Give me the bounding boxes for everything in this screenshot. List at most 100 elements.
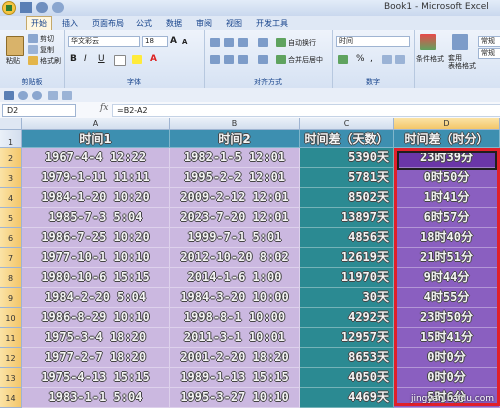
decrease-decimal-icon[interactable] — [395, 55, 405, 64]
italic-button[interactable]: I — [84, 54, 87, 64]
table-cell[interactable]: 1986-7-25 10:20 — [22, 228, 170, 248]
copy-button[interactable]: 复制 — [40, 45, 54, 55]
fill-color-icon[interactable] — [132, 55, 142, 64]
table-cell[interactable]: 30天 — [300, 288, 394, 308]
table-cell[interactable]: 11970天 — [300, 268, 394, 288]
row-header-4[interactable]: 4 — [0, 188, 22, 208]
table-cell[interactable]: 18时40分 — [394, 228, 500, 248]
table-cell[interactable]: 1975-4-13 15:15 — [22, 368, 170, 388]
table-cell[interactable]: 0时0分 — [394, 348, 500, 368]
merge-center-icon[interactable] — [276, 55, 286, 64]
office-logo-icon[interactable] — [2, 1, 16, 15]
table-cell[interactable]: 1982-1-5 12:01 — [170, 148, 300, 168]
tab-developer[interactable]: 开发工具 — [252, 17, 292, 30]
row-header-7[interactable]: 7 — [0, 248, 22, 268]
conditional-format-icon[interactable] — [420, 34, 436, 50]
table-cell[interactable]: 1986-8-29 10:10 — [22, 308, 170, 328]
shrink-font-button[interactable]: A — [182, 38, 187, 46]
row-header-10[interactable]: 10 — [0, 308, 22, 328]
table-cell[interactable]: 1989-1-13 15:15 — [170, 368, 300, 388]
table-cell[interactable]: 9时44分 — [394, 268, 500, 288]
table-cell[interactable]: 1984-2-20 5:04 — [22, 288, 170, 308]
orientation-icon[interactable] — [258, 38, 268, 47]
table-cell[interactable]: 1977-10-1 10:10 — [22, 248, 170, 268]
border-icon[interactable] — [114, 55, 126, 66]
increase-decimal-icon[interactable] — [382, 55, 392, 64]
table-cell[interactable]: 1985-7-3 5:04 — [22, 208, 170, 228]
column-header-d[interactable]: D — [394, 118, 500, 130]
align-middle-icon[interactable] — [224, 38, 234, 47]
align-bottom-icon[interactable] — [238, 38, 248, 47]
table-cell[interactable]: 0时0分 — [394, 368, 500, 388]
tab-formulas[interactable]: 公式 — [132, 17, 156, 30]
align-right-icon[interactable] — [238, 55, 248, 64]
currency-icon[interactable] — [338, 55, 348, 64]
row-header-6[interactable]: 6 — [0, 228, 22, 248]
align-top-icon[interactable] — [210, 38, 220, 47]
format-painter-icon[interactable] — [28, 56, 38, 65]
table-cell[interactable]: 1995-3-27 10:10 — [170, 388, 300, 408]
column-header-a[interactable]: A — [22, 118, 170, 130]
percent-button[interactable]: % — [356, 54, 365, 64]
header-cell[interactable]: 时间差（天数） — [300, 130, 394, 148]
table-cell[interactable]: 2023-7-20 12:01 — [170, 208, 300, 228]
table-cell[interactable]: 4469天 — [300, 388, 394, 408]
header-cell[interactable]: 时间1 — [22, 130, 170, 148]
table-cell[interactable]: 13897天 — [300, 208, 394, 228]
wrap-text-icon[interactable] — [276, 38, 286, 47]
font-size-select[interactable]: 18 — [142, 36, 168, 47]
name-box[interactable]: D2 — [2, 104, 76, 117]
table-cell[interactable]: 2009-2-12 12:01 — [170, 188, 300, 208]
paste-icon[interactable] — [6, 36, 24, 56]
table-cell[interactable]: 1983-1-1 5:04 — [22, 388, 170, 408]
row-header-11[interactable]: 11 — [0, 328, 22, 348]
header-cell[interactable]: 时间2 — [170, 130, 300, 148]
table-cell[interactable]: 4856天 — [300, 228, 394, 248]
table-format-icon[interactable] — [452, 34, 468, 50]
table-cell[interactable]: 2001-2-20 18:20 — [170, 348, 300, 368]
row-header-5[interactable]: 5 — [0, 208, 22, 228]
align-center-icon[interactable] — [224, 55, 234, 64]
table-cell[interactable]: 5390天 — [300, 148, 394, 168]
tab-data[interactable]: 数据 — [162, 17, 186, 30]
style-normal-1[interactable]: 常规 — [478, 36, 500, 47]
redo-icon[interactable] — [32, 91, 42, 100]
print-preview-icon[interactable] — [48, 91, 58, 100]
table-cell[interactable]: 23时39分 — [394, 148, 500, 168]
row-header-3[interactable]: 3 — [0, 168, 22, 188]
merge-center-button[interactable]: 合并后居中 — [288, 55, 323, 65]
undo-icon[interactable] — [18, 91, 28, 100]
redo-icon[interactable] — [52, 2, 64, 13]
column-header-c[interactable]: C — [300, 118, 394, 130]
table-cell[interactable]: 0时50分 — [394, 168, 500, 188]
header-cell[interactable]: 时间差（时分） — [394, 130, 500, 148]
bold-button[interactable]: B — [70, 54, 77, 64]
save-icon[interactable] — [20, 2, 32, 13]
fx-icon[interactable]: fx — [100, 103, 108, 113]
table-cell[interactable]: 21时51分 — [394, 248, 500, 268]
style-normal-2[interactable]: 常规 — [478, 48, 500, 59]
row-header-8[interactable]: 8 — [0, 268, 22, 288]
table-cell[interactable]: 2014-1-6 1:00 — [170, 268, 300, 288]
table-cell[interactable]: 2011-3-1 10:01 — [170, 328, 300, 348]
number-format-select[interactable]: 时间 — [336, 36, 410, 47]
table-cell[interactable]: 1998-8-1 10:00 — [170, 308, 300, 328]
formula-input[interactable]: =B2-A2 — [112, 104, 500, 117]
row-header-12[interactable]: 12 — [0, 348, 22, 368]
table-cell[interactable]: 1967-4-4 12:22 — [22, 148, 170, 168]
table-cell[interactable]: 1995-2-2 12:01 — [170, 168, 300, 188]
table-cell[interactable]: 5781天 — [300, 168, 394, 188]
quick-print-icon[interactable] — [62, 91, 72, 100]
table-cell[interactable]: 6时57分 — [394, 208, 500, 228]
table-cell[interactable]: 15时41分 — [394, 328, 500, 348]
font-color-button[interactable]: A — [150, 54, 157, 64]
row-header-13[interactable]: 13 — [0, 368, 22, 388]
table-cell[interactable]: 12619天 — [300, 248, 394, 268]
table-cell[interactable]: 4时55分 — [394, 288, 500, 308]
wrap-text-button[interactable]: 自动换行 — [288, 38, 316, 48]
table-cell[interactable]: 1时41分 — [394, 188, 500, 208]
row-header-1[interactable]: 1 — [0, 130, 22, 148]
save-icon[interactable] — [4, 91, 14, 100]
table-cell[interactable]: 1999-7-1 5:01 — [170, 228, 300, 248]
table-cell[interactable]: 12957天 — [300, 328, 394, 348]
